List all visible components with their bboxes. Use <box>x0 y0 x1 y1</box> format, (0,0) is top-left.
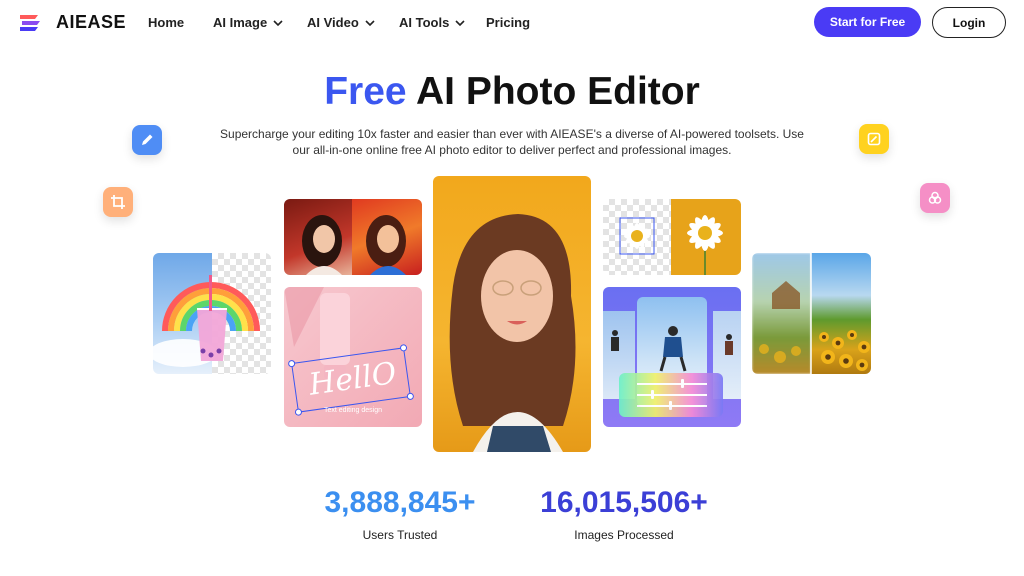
script-text: HellO <box>306 355 399 403</box>
nav-home-label: Home <box>148 15 185 30</box>
nav-ai-image[interactable]: AI Image <box>213 15 283 30</box>
nav-pricing[interactable]: Pricing <box>486 15 530 30</box>
text-editing-sample: HellO Text editing design <box>284 287 422 427</box>
page-title: Free AI Photo Editor <box>0 70 1024 114</box>
chevron-down-icon <box>273 19 283 26</box>
image-edit-icon <box>867 132 881 146</box>
background-removal-sample <box>153 253 271 374</box>
layers-icon <box>928 191 942 204</box>
resize-handle[interactable] <box>287 359 296 368</box>
title-accent: Free <box>324 70 407 113</box>
pencil-icon <box>142 134 153 145</box>
sunflower-field-illustration <box>759 253 870 374</box>
start-for-free-button[interactable]: Start for Free <box>814 7 921 37</box>
layers-tool-badge <box>920 183 950 213</box>
slider-thumb[interactable] <box>681 379 684 388</box>
daisy-illustration <box>619 215 723 275</box>
nav-ai-image-label: AI Image <box>213 15 268 30</box>
slider-thumb[interactable] <box>651 390 654 399</box>
chevron-down-icon <box>365 19 375 26</box>
title-rest: AI Photo Editor <box>406 70 700 113</box>
image-edit-tool-badge <box>859 124 889 154</box>
login-button[interactable]: Login <box>932 7 1006 38</box>
crop-icon <box>111 195 125 209</box>
nav-ai-video-label: AI Video <box>307 15 359 30</box>
hero-subtitle: Supercharge your editing 10x faster and … <box>220 127 804 157</box>
nav-ai-video[interactable]: AI Video <box>307 15 375 30</box>
stat-users-label: Users Trusted <box>362 528 438 542</box>
video-adjust-sample <box>603 287 741 427</box>
crop-tool-badge <box>103 187 133 217</box>
image-enhance-compare-sample <box>752 253 871 374</box>
pencil-tool-badge <box>132 125 162 155</box>
stat-images-value: 16,015,506+ <box>540 486 708 519</box>
brand-logo[interactable]: AIEASE <box>18 12 126 33</box>
stat-users-value: 3,888,845+ <box>324 486 476 519</box>
top-nav: AIEASE Home AI Image AI Video AI Tools P… <box>0 0 1024 44</box>
nav-ai-tools-label: AI Tools <box>399 15 450 30</box>
nav-ai-tools[interactable]: AI Tools <box>399 15 465 30</box>
nav-home[interactable]: Home <box>148 15 184 30</box>
rainbow-drink-illustration <box>153 275 260 367</box>
portrait-pair-illustration <box>302 215 406 275</box>
nav-pricing-label: Pricing <box>486 15 531 30</box>
logo-icon <box>18 13 48 33</box>
object-cutout-sample <box>603 199 741 275</box>
photo-to-painting-sample <box>284 199 422 275</box>
text-editing-caption: Text editing design <box>324 407 382 414</box>
portrait-woman-illustration <box>449 214 576 452</box>
stat-images-label: Images Processed <box>574 528 674 542</box>
main-portrait <box>433 176 591 452</box>
slider-thumb[interactable] <box>669 401 672 410</box>
adjustment-sliders-panel[interactable] <box>619 373 723 417</box>
chevron-down-icon <box>455 19 465 26</box>
brand-name: AIEASE <box>56 12 127 32</box>
